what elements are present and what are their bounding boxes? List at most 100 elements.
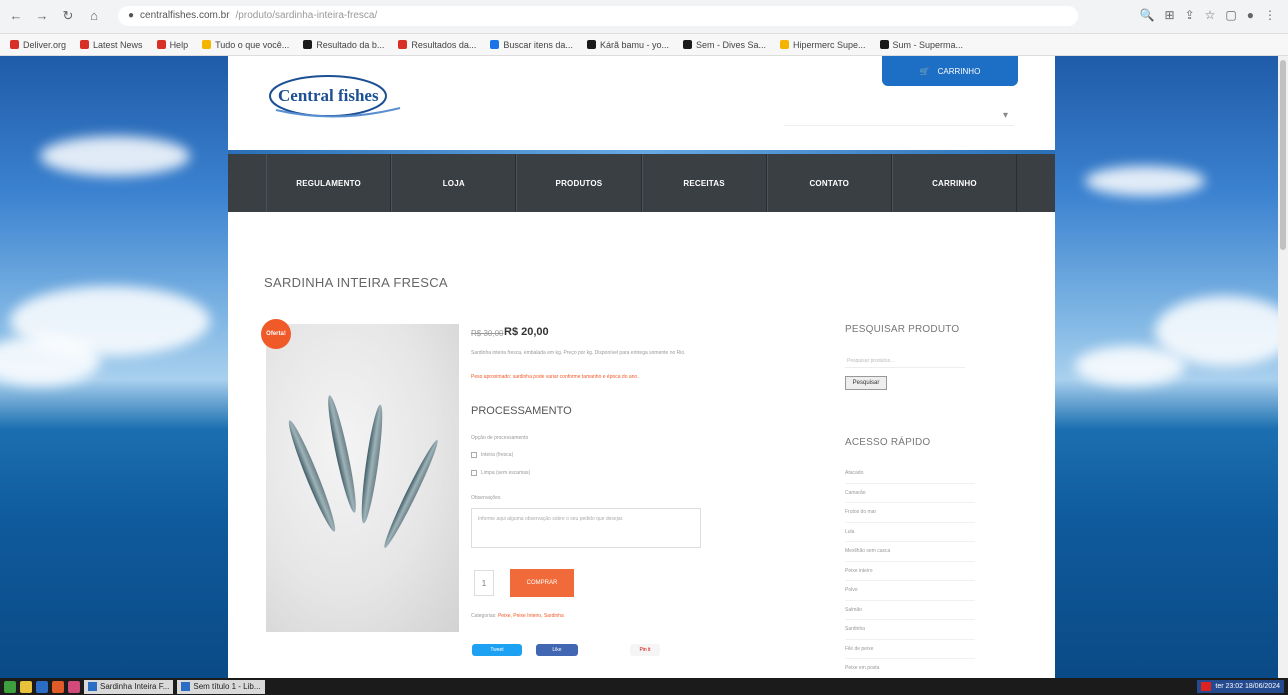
taskbar-task-writer[interactable]: Sem título 1 - Lib... [177,679,265,694]
product-image[interactable] [266,324,459,632]
browser-toolbar: ← → ↻ ⌂ ● centralfishes.com.br/produto/s… [0,0,1288,34]
bookmark-item[interactable]: Hipermerc Supe... [780,40,866,50]
nav-item-regulamento[interactable]: REGULAMENTO [266,154,392,212]
star-icon[interactable]: ☆ [1205,8,1216,22]
quick-access-list: Atacado Camarão Frutos do mar Lula Mexilhão … [845,464,975,678]
share-icon[interactable]: ⇪ [1185,8,1195,22]
sidebar-search-button[interactable]: Pesquisar [845,376,887,390]
quick-access-link[interactable]: Lula [845,523,975,542]
option-text: Inteira (fresca) [481,452,514,458]
bookmark-item[interactable]: Resultado da b... [303,40,384,50]
taskbar-task-browser[interactable]: Sardinha Inteira F... [84,679,174,694]
scrollbar-thumb[interactable] [1280,60,1286,250]
home-icon[interactable]: ⌂ [86,8,102,24]
bookmark-item[interactable]: Deliver.org [10,40,66,50]
taskbar-clock[interactable]: ter 23:02 18/06/2024 [1197,680,1284,693]
quick-access-link[interactable]: Peixe em posta [845,659,975,678]
bookmark-item[interactable]: Buscar itens da... [490,40,573,50]
quantity-input[interactable]: 1 [474,570,494,596]
tab-icon[interactable]: ▢ [1225,8,1236,22]
nav-item-produtos[interactable]: PRODUTOS [516,154,642,212]
bookmark-label: Tudo o que você... [215,39,290,50]
bookmark-label: Kárã bamu - yo... [599,39,669,50]
checkbox-icon[interactable] [471,452,477,458]
nav-item-contato[interactable]: CONTATO [766,154,892,212]
app-icon[interactable] [52,680,64,693]
quick-access-link[interactable]: Frutos do mar [845,503,975,523]
menu-icon[interactable]: ⋮ [1264,8,1276,22]
header-search-select[interactable]: ▾ [784,106,1014,126]
price-old: R$ 30,00 [471,329,504,338]
browser-task-icon [88,682,97,691]
nav-item-receitas[interactable]: RECEITAS [641,154,767,212]
add-to-cart-button[interactable]: COMPRAR [510,569,574,597]
nav-item-carrinho[interactable]: CARRINHO [891,154,1018,212]
observations-textarea[interactable]: Informe aqui alguma observação sobre o s… [471,508,701,548]
url-domain: centralfishes.com.br [140,10,230,21]
quick-access-link[interactable]: Salmão [845,601,975,620]
bookmark-label: Deliver.org [23,39,67,50]
quick-access-link[interactable]: Atacado [845,464,975,484]
app-icon[interactable] [68,680,80,693]
bookmark-favicon-icon [682,40,692,49]
quick-access-link[interactable]: Camarão [845,484,975,503]
bookmark-item[interactable]: Help [156,40,188,50]
cart-label: CARRINHO [937,66,981,76]
forward-icon[interactable]: → [34,8,50,24]
clock-text: ter 23:02 18/06/2024 [1215,683,1280,690]
zoom-icon[interactable]: 🔍 [1140,8,1155,22]
page-scrollbar[interactable] [1278,56,1288,678]
start-menu-icon[interactable] [4,680,16,693]
bookmark-favicon-icon [202,40,212,49]
observations-label: Observações [471,495,501,501]
pin-button[interactable]: Pin it [630,644,660,656]
browser-nav: ← → ↻ ⌂ [8,8,102,24]
nav-item-loja[interactable]: LOJA [391,154,517,212]
bookmark-item[interactable]: Tudo o que você... [202,40,289,50]
like-button[interactable]: Like [536,644,578,656]
sale-badge: Oferta! [261,319,291,349]
back-icon[interactable]: ← [8,8,24,24]
app-icon[interactable] [36,680,48,693]
description-link[interactable]: Peso aproximado: sardinha pode variar co… [471,374,751,380]
sidebar-search-input[interactable]: Pesquisar produtos... [845,354,965,368]
checkbox-icon[interactable] [471,470,477,476]
quick-access-link[interactable]: Filé de peixe [845,640,975,659]
bookmark-item[interactable]: Sem - Dives Sa... [682,39,766,50]
bookmark-item[interactable]: Latest News [80,40,143,50]
browser-actions: 🔍 ⊞ ⇪ ☆ ▢ ● ⋮ [1140,8,1276,22]
quick-access-link[interactable]: Polvo [845,581,975,601]
option-checkbox-2[interactable]: Limpa (sem escamas) [471,470,530,476]
bookmark-favicon-icon [10,40,19,49]
tray-icon [1201,682,1212,691]
bookmark-item[interactable]: Kárã bamu - yo... [586,39,669,50]
writer-task-icon [181,682,191,691]
option-checkbox-1[interactable]: Inteira (fresca) [471,452,513,458]
profile-icon[interactable]: ● [1247,8,1254,22]
option-text: Limpa (sem escamas) [481,470,531,476]
quick-access-link[interactable]: Peixe inteiro [845,562,975,581]
bookmark-item[interactable]: Resultados da... [398,40,476,50]
price-new: R$ 20,00 [504,326,549,338]
bookmark-favicon-icon [80,40,90,49]
processing-title: PROCESSAMENTO [471,405,572,417]
quick-access-link[interactable]: Mexilhão sem casca [845,542,975,562]
site-logo[interactable]: Central fishes [266,72,406,122]
header-cart-button[interactable]: 🛒 CARRINHO [882,56,1018,86]
bookmark-label: Buscar itens da... [503,39,573,50]
like-label: Like [552,647,562,653]
bookmark-label: Hipermerc Supe... [793,39,866,50]
files-icon[interactable] [20,680,32,693]
cart-icon: 🛒 [919,66,930,76]
bookmark-label: Sem - Dives Sa... [695,39,766,50]
address-bar[interactable]: ● centralfishes.com.br/produto/sardinha-… [118,6,1078,26]
bookmark-label: Resultado da b... [316,39,385,50]
extension-icon[interactable]: ⊞ [1165,8,1175,22]
category-links[interactable]: Peixe, Peixe Inteiro, Sardinha [498,613,564,619]
bookmark-item[interactable]: Sum - Superma... [879,40,963,50]
bookmark-label: Latest News [93,39,143,50]
tweet-button[interactable]: Tweet [472,644,522,656]
quick-access-link[interactable]: Sardinha [845,620,975,640]
reload-icon[interactable]: ↻ [60,8,76,24]
